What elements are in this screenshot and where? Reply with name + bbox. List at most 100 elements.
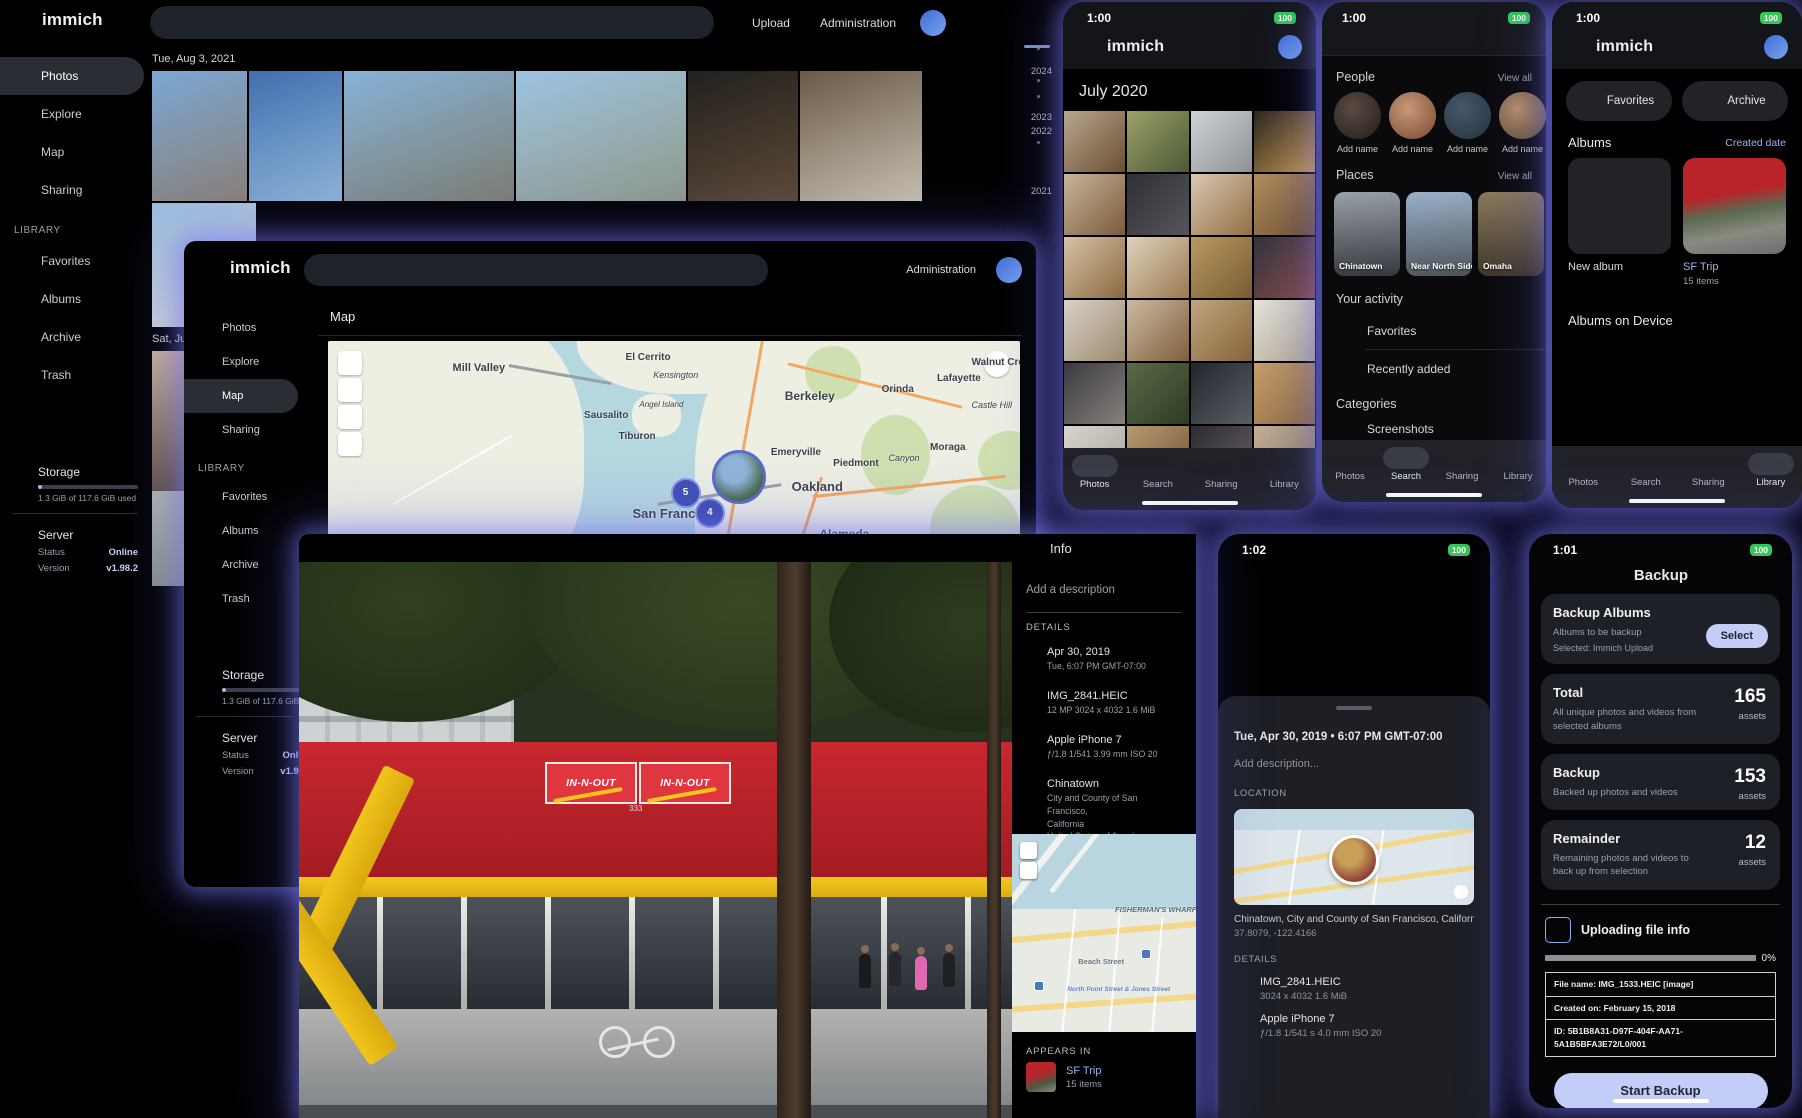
photo-thumbnail[interactable] (516, 71, 686, 201)
photo-thumbnail[interactable] (344, 71, 514, 201)
person-face[interactable]: Add name (1499, 92, 1546, 154)
photo-thumbnail[interactable] (1064, 237, 1125, 298)
photo-thumbnail[interactable] (1191, 174, 1252, 235)
photo-thumbnail[interactable] (1191, 300, 1252, 361)
photo-location-marker[interactable] (1329, 835, 1379, 885)
search-bar[interactable] (304, 254, 768, 286)
place-card[interactable]: Chinatown (1334, 192, 1400, 276)
sidebar-item-map[interactable]: Map (0, 133, 144, 171)
sidebar-item-explore[interactable]: Explore (184, 345, 298, 379)
face-photo[interactable] (1389, 92, 1436, 139)
avatar[interactable] (1278, 35, 1302, 59)
location-map[interactable] (1234, 809, 1474, 905)
info-icon[interactable] (1133, 691, 1143, 701)
avatar[interactable] (1764, 35, 1788, 59)
sidebar-item-explore[interactable]: Explore (0, 95, 144, 133)
home-indicator[interactable] (1613, 1099, 1709, 1103)
photo-viewer[interactable]: IN-N-OUT IN-N-OUT 333 (299, 562, 1012, 1118)
zoom-in-button[interactable] (338, 351, 362, 375)
sidebar-item-photos[interactable]: Photos (0, 57, 144, 95)
back-icon[interactable] (1234, 570, 1251, 587)
photo-thumbnail[interactable] (1127, 300, 1188, 361)
avatar[interactable] (920, 10, 946, 36)
photo-thumbnail[interactable] (1191, 237, 1252, 298)
nav-item-library[interactable]: Library (1490, 447, 1546, 502)
select-all-icon[interactable] (1284, 84, 1300, 100)
sidebar-item-albums[interactable]: Albums (184, 514, 298, 548)
add-name-label[interactable]: Add name (1447, 144, 1488, 154)
map-photo-marker[interactable] (712, 450, 766, 504)
info-mini-map[interactable]: FISHERMAN'S WHARF Beach Street North Poi… (1012, 834, 1196, 1032)
home-indicator[interactable] (1629, 499, 1725, 503)
sidebar-item-photos[interactable]: Photos (184, 311, 298, 345)
theme-toggle-icon[interactable] (870, 262, 886, 278)
sidebar-item-albums[interactable]: Albums (0, 280, 144, 318)
album-link[interactable]: SF Trip 15 items (1026, 1062, 1102, 1092)
face-photo[interactable] (1444, 92, 1491, 139)
description-field[interactable]: Add a description (1026, 584, 1182, 613)
place-card[interactable]: Omaha (1478, 192, 1544, 276)
add-icon[interactable] (1421, 570, 1438, 587)
album-card-sf-trip[interactable]: SF Trip 15 items (1683, 158, 1786, 287)
share-icon[interactable] (810, 541, 825, 556)
search-input[interactable] (338, 262, 732, 278)
info-icon[interactable] (880, 541, 895, 556)
map-attribution-icon[interactable] (1454, 885, 1468, 899)
sidebar-item-map[interactable]: Map (184, 379, 298, 413)
edit-date-icon[interactable] (1176, 646, 1188, 658)
zoom-in-icon[interactable] (845, 541, 860, 556)
photo-thumbnail[interactable] (1254, 237, 1315, 298)
face-photo[interactable] (1499, 92, 1546, 139)
photo-thumbnail[interactable] (1254, 111, 1315, 172)
home-indicator[interactable] (1142, 501, 1238, 505)
search-input[interactable] (1362, 33, 1530, 47)
edit-location-icon[interactable] (1176, 778, 1188, 790)
photo-thumbnail[interactable] (1064, 363, 1125, 424)
nav-item-library[interactable]: Library (1740, 453, 1802, 508)
favorites-chip[interactable]: Favorites (1566, 81, 1672, 121)
place-card[interactable]: Near North Side (1406, 192, 1472, 276)
add-name-label[interactable]: Add name (1337, 144, 1378, 154)
zoom-out-button[interactable] (1020, 862, 1037, 879)
sidebar-item-sharing[interactable]: Sharing (0, 171, 144, 209)
fullscreen-button[interactable] (338, 432, 362, 456)
add-name-label[interactable]: Add name (1392, 144, 1433, 154)
view-all-link[interactable]: View all (1498, 171, 1532, 182)
backup-cloud-icon[interactable] (1738, 38, 1756, 56)
person-face[interactable]: Add name (1334, 92, 1381, 154)
zoom-in-button[interactable] (1020, 842, 1037, 859)
filter-icon[interactable] (740, 262, 756, 278)
photo-thumbnail[interactable] (1064, 300, 1125, 361)
sidebar-item-trash[interactable]: Trash (184, 582, 298, 616)
select-albums-button[interactable]: Select (1706, 624, 1768, 648)
upload-button[interactable]: Upload (726, 15, 796, 31)
person-face[interactable]: Add name (1444, 92, 1491, 154)
photo-thumbnail[interactable] (1127, 363, 1188, 424)
administration-button[interactable]: Administration (900, 263, 982, 277)
search-bar[interactable] (1322, 25, 1546, 47)
delete-icon[interactable] (950, 541, 965, 556)
person-face[interactable]: Add name (1389, 92, 1436, 154)
sidebar-item-favorites[interactable]: Favorites (0, 242, 144, 280)
nav-item-photos[interactable]: Photos (1322, 447, 1378, 502)
photo-thumbnail[interactable] (1127, 174, 1188, 235)
map-cluster-marker[interactable]: 4 (695, 498, 725, 528)
sort-button[interactable]: Created date (1710, 137, 1786, 149)
recently-added-row[interactable]: Recently added (1322, 350, 1546, 387)
backup-cloud-icon[interactable] (1252, 38, 1270, 56)
photo-thumbnail[interactable] (1127, 237, 1188, 298)
nav-item-library[interactable]: Library (1253, 455, 1316, 510)
avatar[interactable] (996, 257, 1022, 283)
bearing-button[interactable] (338, 405, 362, 429)
home-indicator[interactable] (1386, 493, 1482, 497)
info-icon[interactable] (1456, 570, 1472, 586)
new-album-card[interactable]: New album (1568, 158, 1671, 287)
photo-thumbnail[interactable] (1254, 363, 1315, 424)
back-icon[interactable] (1545, 567, 1562, 584)
photo-thumbnail[interactable] (1064, 174, 1125, 235)
archive-chip[interactable]: Archive (1682, 81, 1788, 121)
trash-icon[interactable] (1714, 39, 1730, 55)
immich-logo[interactable]: immich (200, 257, 291, 279)
administration-button[interactable]: Administration (814, 15, 902, 31)
close-icon[interactable] (1022, 542, 1036, 556)
